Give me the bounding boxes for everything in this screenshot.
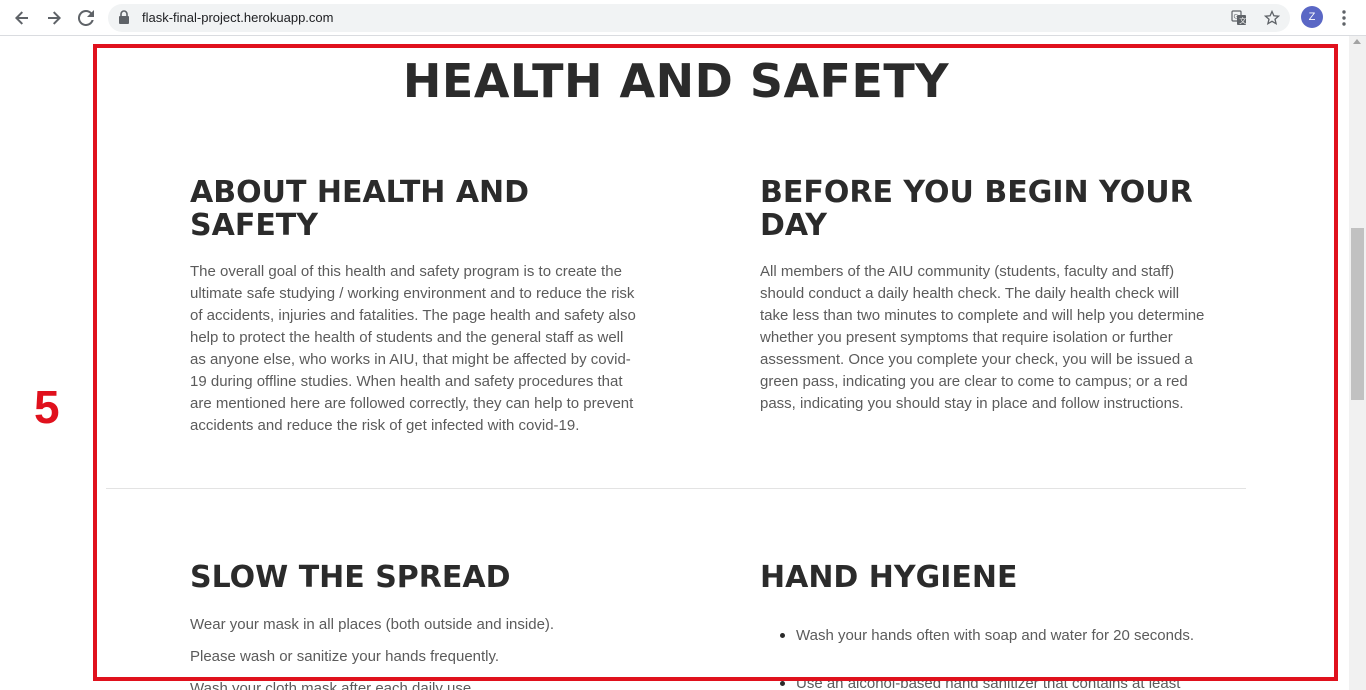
- address-bar[interactable]: flask-final-project.herokuapp.com 文G: [108, 4, 1290, 32]
- back-arrow-icon: [15, 11, 28, 25]
- browser-toolbar: flask-final-project.herokuapp.com 文G Z: [0, 0, 1366, 36]
- svg-text:文: 文: [1239, 16, 1246, 25]
- star-bookmark-icon[interactable]: [1263, 9, 1281, 27]
- browser-menu-button[interactable]: [1334, 7, 1354, 29]
- highlight-annotation-box: [93, 44, 1338, 681]
- paragraph: Wash your cloth mask after each daily us…: [190, 680, 476, 690]
- lock-icon: [118, 10, 130, 29]
- vertical-scrollbar[interactable]: [1349, 36, 1366, 690]
- more-vertical-icon: [1342, 10, 1346, 26]
- reload-icon: [78, 10, 94, 26]
- forward-arrow-icon: [48, 11, 61, 25]
- url-text: flask-final-project.herokuapp.com: [142, 10, 334, 25]
- back-button[interactable]: [10, 6, 34, 30]
- forward-button[interactable]: [42, 6, 66, 30]
- bullet-icon: [780, 681, 785, 686]
- page-viewport: HEALTH AND SAFETY ABOUT HEALTH AND SAFET…: [0, 36, 1366, 690]
- scrollbar-thumb[interactable]: [1351, 228, 1364, 400]
- scroll-up-arrow-icon[interactable]: [1353, 39, 1361, 44]
- profile-avatar[interactable]: Z: [1301, 6, 1323, 28]
- svg-text:G: G: [1234, 14, 1239, 21]
- reload-button[interactable]: [74, 6, 98, 30]
- step-number-label: 5: [34, 381, 60, 433]
- translate-icon[interactable]: 文G: [1230, 9, 1248, 27]
